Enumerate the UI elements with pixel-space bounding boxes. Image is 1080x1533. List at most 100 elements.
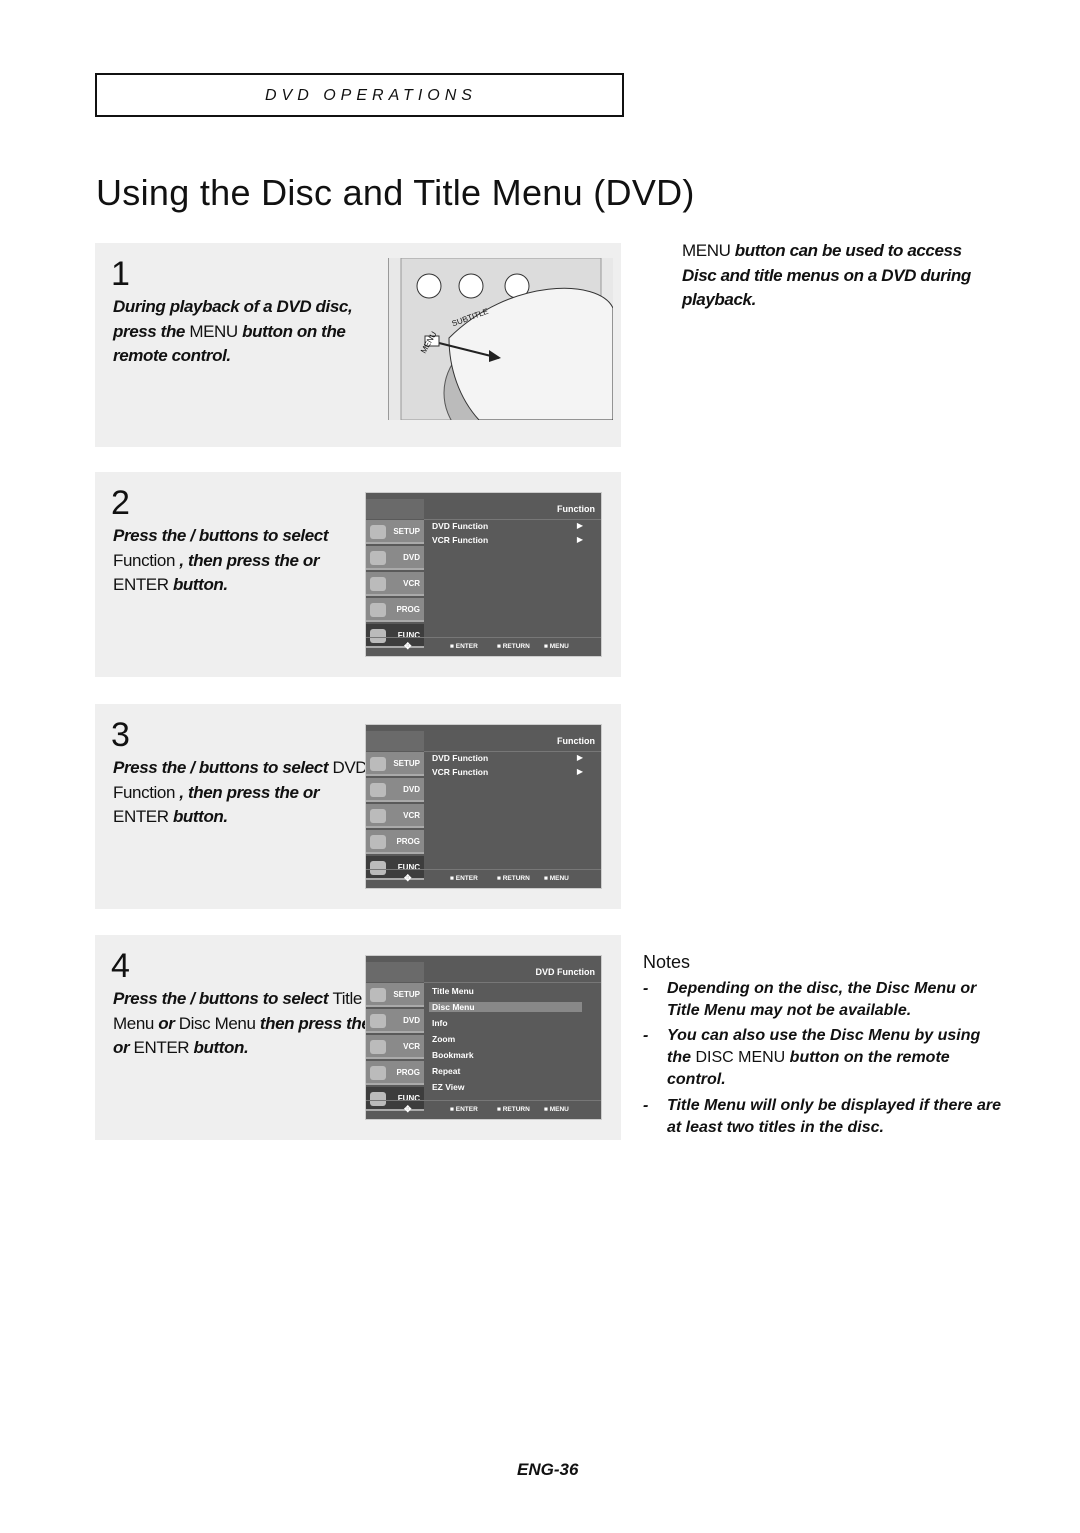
intro-line1: button can be used to access: [730, 241, 962, 260]
menu-tab-prog[interactable]: PROG: [366, 598, 424, 622]
prog-icon: [370, 835, 386, 849]
tv-menu-screen: DVD Function SETUP DVD VCR PROG FUNC Title Men…: [365, 955, 602, 1120]
menu-tab-setup[interactable]: SETUP: [366, 520, 424, 544]
menu-item[interactable]: VCR Function: [432, 767, 488, 777]
button-name: DISC MENU: [695, 1049, 786, 1066]
note-text: Depending on the disc, the Disc Menu or …: [667, 978, 1008, 1022]
instruction-text: , then press the or: [175, 550, 320, 570]
menu-tab-setup[interactable]: SETUP: [366, 752, 424, 776]
step-1: 1 During playback of a DVD disc, press th…: [95, 243, 621, 447]
footer-return: ■ RETURN: [497, 875, 530, 882]
button-name: ENTER: [133, 1038, 190, 1057]
menu-item[interactable]: Zoom: [432, 1034, 455, 1044]
intro-text: MENU button can be used to access Disc a…: [682, 239, 971, 313]
button-name: MENU: [189, 321, 238, 341]
note-item: - You can also use the Disc Menu by using…: [643, 1025, 1008, 1091]
menu-header-left: [366, 962, 424, 982]
dvd-icon: [370, 783, 386, 797]
menu-item[interactable]: DVD Function: [432, 521, 488, 531]
footer-return: ■ RETURN: [497, 1106, 530, 1113]
menu-item[interactable]: Title Menu: [432, 986, 474, 996]
page-number: ENG-36: [517, 1460, 579, 1479]
instruction-text: Depending on the disc, the Disc Menu or …: [667, 980, 977, 1019]
intro-line2: Disc and title menus on a DVD during: [682, 265, 971, 285]
page-title: Using the Disc and Title Menu (DVD): [96, 172, 695, 213]
navigate-icon: ✥: [404, 873, 412, 883]
bullet-dash: -: [643, 980, 649, 997]
section-label: DVD OPERATIONS: [265, 87, 477, 104]
menu-tab-dvd[interactable]: DVD: [366, 546, 424, 570]
instruction-text: , then press the or: [175, 782, 320, 802]
menu-item[interactable]: EZ View: [432, 1082, 464, 1092]
footer-enter: ■ ENTER: [450, 643, 478, 650]
instruction-text: button.: [168, 807, 228, 826]
remote-illustration: [389, 258, 613, 420]
note-text: You can also use the Disc Menu by using …: [667, 1025, 1008, 1091]
note-text: Title Menu will only be displayed if the…: [667, 1095, 1008, 1139]
arrow-right-icon: ▶: [576, 535, 583, 544]
menu-item[interactable]: Disc Menu: [429, 1002, 582, 1012]
step-number: 1: [111, 255, 130, 293]
menu-tab-prog[interactable]: PROG: [366, 1061, 424, 1085]
remote-control-image: SUBTITLE MENU: [388, 258, 613, 420]
footer-enter: ■ ENTER: [450, 875, 478, 882]
menu-footer: ✥ ■ ENTER ■ RETURN ■ MENU: [366, 637, 601, 656]
footer-return: ■ RETURN: [497, 643, 530, 650]
step-number: 3: [111, 716, 130, 754]
vcr-icon: [370, 577, 386, 591]
button-name: ENTER: [113, 807, 169, 826]
tv-menu-screen: Function SETUP DVD VCR PROG FUNC DVD Function ▶…: [365, 724, 602, 889]
dvd-icon: [370, 551, 386, 565]
note-item: - Title Menu will only be displayed if th…: [643, 1095, 1008, 1139]
step-instructions: Press the / buttons to select Function ,…: [113, 524, 373, 598]
menu-tab-dvd[interactable]: DVD: [366, 1009, 424, 1033]
tv-menu-screen: Function SETUP DVD VCR PROG FUNC DVD Function ▶…: [365, 492, 602, 657]
instruction-text: button.: [168, 575, 228, 594]
menu-tab-vcr[interactable]: VCR: [366, 572, 424, 596]
menu-tab-setup[interactable]: SETUP: [366, 983, 424, 1007]
navigate-icon: ✥: [404, 1104, 412, 1114]
footer-menu: ■ MENU: [544, 1106, 569, 1113]
setup-icon: [370, 988, 386, 1002]
menu-header: DVD Function: [424, 962, 601, 983]
menu-item[interactable]: DVD Function: [432, 753, 488, 763]
menu-tab-dvd[interactable]: DVD: [366, 778, 424, 802]
step-instructions: Press the / buttons to select Title Menu…: [113, 987, 373, 1061]
vcr-icon: [370, 1040, 386, 1054]
step-instructions: During playback of a DVD disc, press the…: [113, 295, 373, 369]
instruction-text: Press the / buttons to select: [113, 758, 333, 777]
button-name: Function: [113, 550, 176, 570]
section-header: DVD OPERATIONS: [95, 73, 624, 117]
menu-item[interactable]: VCR Function: [432, 535, 488, 545]
setup-icon: [370, 525, 386, 539]
menu-item[interactable]: Info: [432, 1018, 448, 1028]
bullet-dash: -: [643, 1097, 649, 1114]
menu-footer: ✥ ■ ENTER ■ RETURN ■ MENU: [366, 1100, 601, 1119]
instruction-text: Title Menu will only be displayed if the…: [667, 1097, 1002, 1136]
menu-footer: ✥ ■ ENTER ■ RETURN ■ MENU: [366, 869, 601, 888]
footer-enter: ■ ENTER: [450, 1106, 478, 1113]
dvd-icon: [370, 1014, 386, 1028]
instruction-text: button.: [189, 1038, 249, 1057]
instruction-text: Press the / buttons to select: [113, 989, 333, 1008]
menu-tab-vcr[interactable]: VCR: [366, 804, 424, 828]
menu-tab-vcr[interactable]: VCR: [366, 1035, 424, 1059]
button-name: Disc Menu: [178, 1013, 256, 1033]
manual-page: DVD OPERATIONS Using the Disc and Title …: [0, 0, 1080, 1533]
menu-item[interactable]: Bookmark: [432, 1050, 474, 1060]
bullet-dash: -: [643, 1027, 649, 1044]
menu-header-left: [366, 731, 424, 751]
setup-icon: [370, 757, 386, 771]
menu-tab-prog[interactable]: PROG: [366, 830, 424, 854]
menu-item[interactable]: Repeat: [432, 1066, 460, 1076]
step-number: 4: [111, 947, 130, 985]
arrow-right-icon: ▶: [576, 753, 583, 762]
step-3: 3 Press the / buttons to select DVD Funct…: [95, 704, 621, 909]
footer-menu: ■ MENU: [544, 875, 569, 882]
vcr-icon: [370, 809, 386, 823]
step-number: 2: [111, 484, 130, 522]
step-4: 4 Press the / buttons to select Title Men…: [95, 935, 621, 1140]
menu-header-left: [366, 499, 424, 519]
intro-menu: MENU: [682, 241, 731, 260]
step-instructions: Press the / buttons to select DVD Functi…: [113, 756, 373, 830]
